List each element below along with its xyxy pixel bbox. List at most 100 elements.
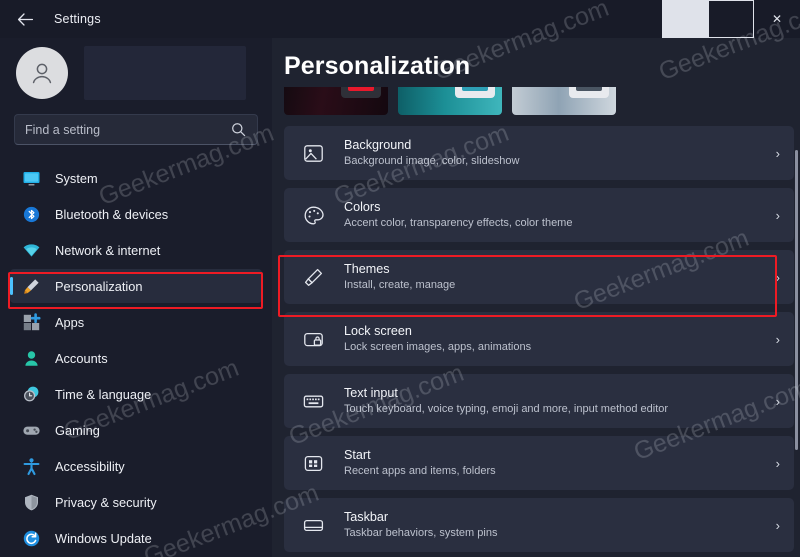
settings-card-subtitle: Taskbar behaviors, system pins (344, 526, 498, 539)
settings-card-subtitle: Accent color, transparency effects, colo… (344, 216, 573, 229)
window-controls: ✕ (662, 0, 800, 38)
sidebar-item-label: Windows Update (55, 530, 152, 546)
account-name (84, 46, 246, 100)
apps-icon (20, 311, 42, 333)
settings-card-title: Lock screen (344, 323, 412, 338)
lock-screen-icon (300, 329, 326, 350)
settings-card-title: Colors (344, 199, 381, 214)
settings-window: Settings ✕ Find a setting System Bluetoo… (0, 0, 800, 557)
sidebar: System Bluetooth & devices (0, 38, 272, 557)
sidebar-item-apps[interactable]: Apps (10, 305, 262, 339)
page-title: Personalization (284, 52, 471, 80)
sidebar-item-privacy-security[interactable]: Privacy & security (10, 485, 262, 519)
settings-cards: Background Background image, color, slid… (282, 115, 794, 552)
sidebar-item-label: Bluetooth & devices (55, 206, 169, 222)
sidebar-item-time-language[interactable]: Time & language (10, 377, 262, 411)
settings-card-subtitle: Recent apps and items, folders (344, 464, 496, 477)
close-button[interactable]: ✕ (754, 0, 800, 38)
wifi-icon (20, 239, 42, 261)
sidebar-item-bluetooth-devices[interactable]: Bluetooth & devices (10, 197, 262, 231)
sidebar-item-accounts[interactable]: Accounts (10, 341, 262, 375)
settings-card-taskbar[interactable]: Taskbar Taskbar behaviors, system pins › (284, 498, 794, 552)
title-bar: Settings ✕ (0, 0, 800, 38)
app-title: Settings (54, 12, 101, 26)
chevron-right-icon: › (775, 455, 780, 471)
minimize-button[interactable] (662, 0, 708, 38)
settings-card-text: Lock screen Lock screen images, apps, an… (344, 323, 770, 355)
taskbar-icon (300, 515, 326, 536)
user-avatar-icon (32, 63, 52, 84)
sidebar-item-label: Apps (55, 314, 85, 330)
sidebar-item-label: Time & language (55, 386, 152, 402)
search-box[interactable] (14, 114, 258, 145)
start-icon (300, 453, 326, 474)
theme-preview-light-blue[interactable] (512, 87, 616, 115)
profile-section[interactable] (10, 38, 262, 108)
paintbrush-icon (20, 275, 42, 297)
settings-card-themes[interactable]: Themes Install, create, manage › (284, 250, 794, 304)
maximize-icon (708, 0, 754, 38)
sidebar-item-gaming[interactable]: Gaming (10, 413, 262, 447)
update-icon (20, 527, 42, 549)
sidebar-item-system[interactable]: System (10, 161, 262, 195)
gamepad-icon (20, 419, 42, 441)
settings-card-text: Background Background image, color, slid… (344, 137, 770, 169)
search-input[interactable] (15, 122, 231, 137)
settings-card-lock-screen[interactable]: Lock screen Lock screen images, apps, an… (284, 312, 794, 366)
theme-preview-teal[interactable] (398, 87, 502, 115)
minimize-icon (662, 0, 708, 38)
monitor-icon (20, 167, 42, 189)
chevron-right-icon: › (775, 393, 780, 409)
chevron-right-icon: › (775, 145, 780, 161)
settings-card-title: Text input (344, 385, 398, 400)
sidebar-item-label: Accounts (55, 350, 108, 366)
theme-thumbnails (282, 87, 794, 115)
sidebar-item-label: Network & internet (55, 242, 161, 258)
settings-card-colors[interactable]: Colors Accent color, transparency effect… (284, 188, 794, 242)
paintbrush-icon (300, 267, 326, 288)
close-icon: ✕ (771, 12, 783, 26)
chevron-right-icon: › (775, 207, 780, 223)
image-icon (300, 143, 326, 164)
search-icon (231, 122, 257, 137)
sidebar-item-label: Accessibility (55, 458, 125, 474)
back-button[interactable] (8, 4, 42, 34)
chevron-right-icon: › (775, 269, 780, 285)
sidebar-item-label: Privacy & security (55, 494, 157, 510)
settings-card-title: Themes (344, 261, 390, 276)
keyboard-icon (300, 391, 326, 412)
settings-card-subtitle: Install, create, manage (344, 278, 456, 291)
theme-preview-tile (341, 87, 381, 98)
window-body: System Bluetooth & devices (0, 38, 800, 557)
chevron-right-icon: › (775, 517, 780, 533)
shield-icon (20, 491, 42, 513)
sidebar-nav: System Bluetooth & devices Network & int… (10, 155, 262, 555)
settings-card-title: Start (344, 447, 371, 462)
settings-card-background[interactable]: Background Background image, color, slid… (284, 126, 794, 180)
sidebar-item-network-internet[interactable]: Network & internet (10, 233, 262, 267)
sidebar-item-label: System (55, 170, 98, 186)
sidebar-item-accessibility[interactable]: Accessibility (10, 449, 262, 483)
theme-preview-dark-red[interactable] (284, 87, 388, 115)
settings-card-text-input[interactable]: Text input Touch keyboard, voice typing,… (284, 374, 794, 428)
maximize-button[interactable] (708, 0, 754, 38)
settings-card-text: Text input Touch keyboard, voice typing,… (344, 385, 770, 417)
settings-card-subtitle: Touch keyboard, voice typing, emoji and … (344, 402, 669, 415)
sidebar-item-windows-update[interactable]: Windows Update (10, 521, 262, 555)
settings-card-subtitle: Background image, color, slideshow (344, 154, 520, 167)
settings-card-title: Taskbar (344, 509, 389, 524)
settings-card-subtitle: Lock screen images, apps, animations (344, 340, 532, 353)
sidebar-item-label: Personalization (55, 278, 143, 294)
content-area: Personalization Background Background im… (272, 38, 800, 557)
content-scrollbar[interactable] (795, 150, 798, 450)
back-arrow-icon (17, 12, 33, 26)
chevron-right-icon: › (775, 331, 780, 347)
search-section (10, 108, 262, 155)
settings-card-text: Start Recent apps and items, folders (344, 447, 770, 479)
settings-card-text: Themes Install, create, manage (344, 261, 770, 293)
settings-card-start[interactable]: Start Recent apps and items, folders › (284, 436, 794, 490)
sidebar-item-personalization[interactable]: Personalization (10, 269, 262, 303)
bluetooth-icon (20, 203, 42, 225)
avatar (16, 47, 68, 99)
clock-icon (20, 383, 42, 405)
